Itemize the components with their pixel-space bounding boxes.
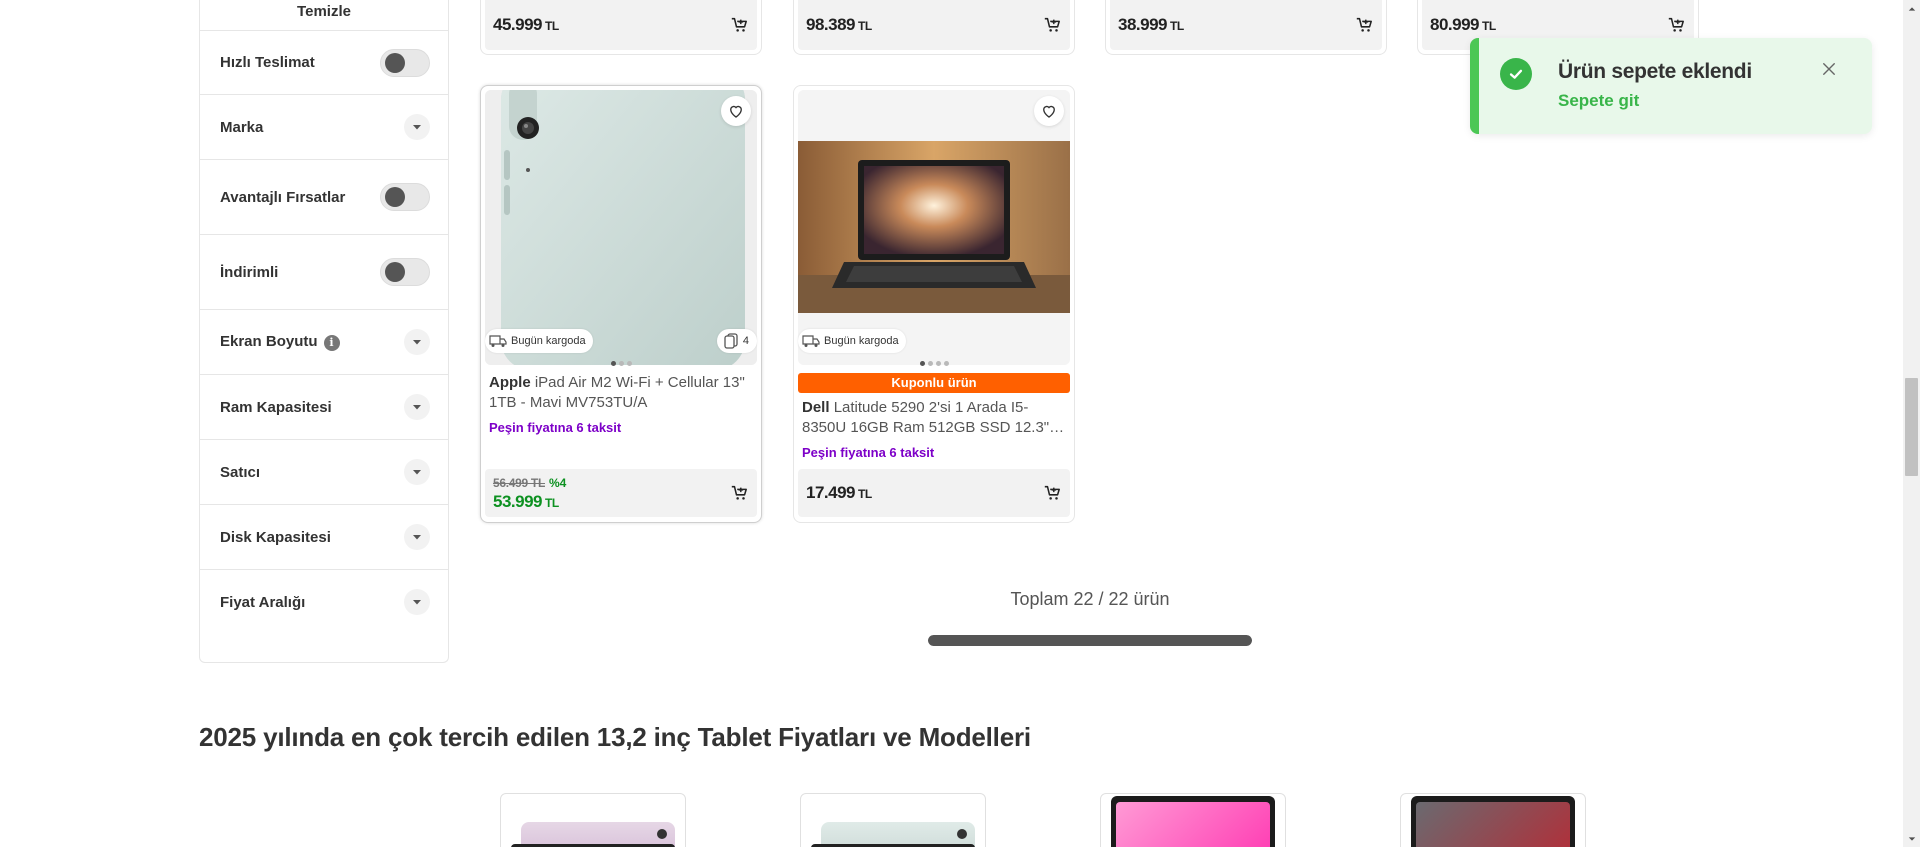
toast-message: Ürün sepete eklendi [1558, 60, 1752, 83]
price: 17.499 TL [806, 483, 872, 502]
filter-label: Ram Kapasitesi [220, 398, 332, 416]
section-title: 2025 yılında en çok tercih edilen 13,2 i… [199, 722, 1031, 752]
filter-ram[interactable]: Ram Kapasitesi [200, 374, 448, 439]
product-title[interactable]: Dell Latitude 5290 2'si 1 Arada I5-8350U… [802, 398, 1066, 438]
filter-label: Satıcı [220, 463, 261, 481]
chevron-down-icon[interactable] [404, 589, 430, 615]
go-to-cart-link[interactable]: Sepete git [1558, 91, 1639, 111]
product-card[interactable]: 45.999 TL [480, 0, 762, 55]
cart-add-icon[interactable] [729, 15, 749, 35]
filter-label: Fiyat Aralığı [220, 593, 306, 611]
chevron-down-icon[interactable] [404, 394, 430, 420]
filter-label: Ekran Boyutu i [220, 333, 340, 351]
price: 53.999 TL [493, 492, 559, 511]
chevron-down-icon[interactable] [404, 329, 430, 355]
product-title[interactable]: Apple iPad Air M2 Wi-Fi + Cellular 13" 1… [489, 373, 753, 413]
info-icon[interactable]: i [323, 334, 340, 351]
chevron-down-icon[interactable] [404, 114, 430, 140]
loaded-progress-bar [928, 635, 1252, 646]
added-to-cart-toast: Ürün sepete eklendi Sepete git [1470, 38, 1872, 134]
filter-fast-delivery[interactable]: Hızlı Teslimat [200, 30, 448, 94]
filter-label: İndirimli [220, 263, 279, 281]
old-price: 56.499 TL [493, 476, 545, 490]
discount-badge: %4 [549, 476, 567, 490]
cargo-badge: Bugün kargoda [485, 329, 593, 353]
recommended-card[interactable] [1400, 793, 1586, 847]
filter-screen-size[interactable]: Ekran Boyutu i [200, 309, 448, 374]
check-circle-icon [1500, 58, 1532, 90]
cart-add-icon[interactable] [1666, 15, 1686, 35]
filter-label: Disk Kapasitesi [220, 528, 331, 546]
product-count-summary: Toplam 22 / 22 ürün [1010, 589, 1170, 609]
filter-advantageous-deals[interactable]: Avantajlı Fırsatlar [200, 159, 448, 234]
price-bar: 45.999 TL [485, 0, 757, 50]
filter-label: Hızlı Teslimat [220, 54, 315, 71]
discounted-toggle[interactable] [380, 258, 430, 286]
product-card[interactable]: 98.389 TL [793, 0, 1075, 55]
price-bar: 98.389 TL [798, 0, 1070, 50]
recommended-card[interactable] [500, 793, 686, 847]
filter-price-range[interactable]: Fiyat Aralığı [200, 569, 448, 634]
cargo-truck-icon [802, 335, 820, 347]
price: 98.389 TL [806, 15, 872, 34]
cart-add-icon[interactable] [729, 483, 749, 503]
stack-icon [724, 333, 738, 349]
installment-label: Peşin fiyatına 6 taksit [489, 420, 622, 435]
progress-fill [928, 635, 1252, 646]
scroll-down-arrow[interactable] [1903, 830, 1920, 847]
cargo-truck-icon [489, 335, 507, 347]
product-image[interactable] [485, 90, 757, 365]
cargo-badge: Bugün kargoda [798, 329, 906, 353]
scroll-up-arrow[interactable] [1903, 0, 1920, 17]
product-card[interactable]: 38.999 TL [1105, 0, 1387, 55]
variant-count-badge: 4 [716, 329, 757, 353]
price: 45.999 TL [493, 15, 559, 34]
heart-icon [730, 105, 742, 118]
cart-add-icon[interactable] [1042, 483, 1062, 503]
price: 38.999 TL [1118, 15, 1184, 34]
filter-label: Marka [220, 118, 264, 136]
favorite-button[interactable] [721, 96, 751, 126]
chevron-down-icon[interactable] [404, 459, 430, 485]
close-icon[interactable] [1820, 60, 1838, 78]
cart-add-icon[interactable] [1354, 15, 1374, 35]
filter-seller[interactable]: Satıcı [200, 439, 448, 504]
scrollbar-thumb[interactable] [1905, 378, 1918, 476]
page-scrollbar[interactable] [1903, 0, 1920, 847]
product-image[interactable] [798, 90, 1070, 365]
filter-label: Avantajlı Fırsatlar [220, 188, 346, 206]
coupon-badge: Kuponlu ürün [798, 373, 1070, 393]
image-carousel-dots[interactable] [481, 361, 761, 366]
recommended-card[interactable] [800, 793, 986, 847]
installment-label: Peşin fiyatına 6 taksit [802, 445, 935, 460]
recommended-card[interactable] [1100, 793, 1286, 847]
price-bar: 17.499 TL [798, 469, 1070, 517]
clear-filters-label: Temizle [297, 3, 351, 20]
deals-toggle[interactable] [380, 183, 430, 211]
product-card-ipad[interactable]: Bugün kargoda 4 Apple iPad Air M2 Wi-Fi … [480, 85, 762, 523]
favorite-button[interactable] [1034, 96, 1064, 126]
filter-disk[interactable]: Disk Kapasitesi [200, 504, 448, 569]
filter-brand[interactable]: Marka [200, 94, 448, 159]
clear-filters-button[interactable]: Temizle [200, 0, 448, 30]
filter-discounted[interactable]: İndirimli [200, 234, 448, 309]
image-carousel-dots[interactable] [794, 361, 1074, 366]
fast-delivery-toggle[interactable] [380, 48, 430, 77]
cart-add-icon[interactable] [1042, 15, 1062, 35]
price-bar: 38.999 TL [1110, 0, 1382, 50]
chevron-down-icon[interactable] [404, 524, 430, 550]
filter-sidebar: Temizle Hızlı Teslimat Marka Avantajlı F… [199, 0, 449, 663]
price: 80.999 TL [1430, 15, 1496, 34]
price-bar: 56.499 TL %4 53.999 TL [485, 469, 757, 517]
product-card-dell[interactable]: Bugün kargoda Kuponlu ürün Dell Latitude… [793, 85, 1075, 523]
heart-icon [1043, 105, 1055, 118]
